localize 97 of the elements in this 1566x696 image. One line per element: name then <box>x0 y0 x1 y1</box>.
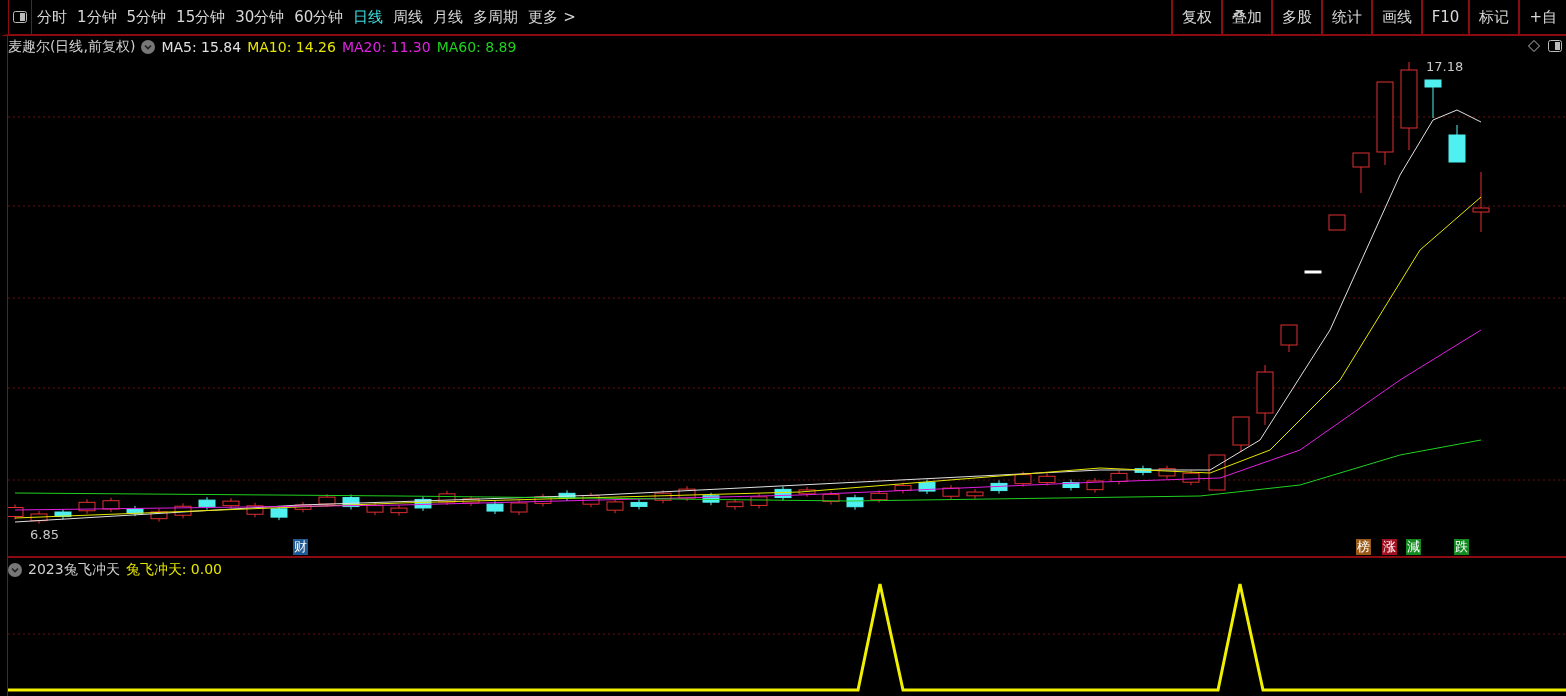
candlestick <box>1014 471 1032 488</box>
ma-value: MA60: 8.89 <box>436 39 517 55</box>
candlestick <box>1158 465 1176 480</box>
period-tab[interactable]: 30分钟 <box>230 0 290 34</box>
candlestick <box>8 504 24 520</box>
candlestick <box>942 484 960 500</box>
candlestick <box>1256 364 1274 426</box>
collapse-icon[interactable] <box>141 40 156 54</box>
period-tab[interactable]: 月线 <box>428 0 469 34</box>
candlestick <box>198 496 216 511</box>
candlestick <box>606 498 624 514</box>
toolbar-button[interactable]: 多股 <box>1270 0 1321 34</box>
toolbar-button[interactable]: 画线 <box>1370 0 1421 34</box>
toolbar-button[interactable]: 复权 <box>1170 0 1221 34</box>
toolbar-button[interactable]: +自 <box>1518 0 1566 34</box>
candlestick <box>630 498 648 510</box>
candlestick <box>1038 472 1056 487</box>
candlestick <box>102 497 120 513</box>
period-tab[interactable]: 分时 <box>32 0 72 34</box>
candlestick <box>486 500 504 515</box>
candlestick <box>1280 324 1298 353</box>
candlestick <box>1110 469 1128 485</box>
toolbar-button[interactable]: 标记 <box>1468 0 1519 34</box>
period-tab[interactable]: 多周期 <box>468 0 524 34</box>
candlestick <box>1062 479 1080 491</box>
candlestick <box>294 501 312 513</box>
candlestick <box>30 510 48 525</box>
toolbar-button[interactable]: 统计 <box>1320 0 1371 34</box>
candlestick <box>462 495 480 507</box>
candlestick <box>438 490 456 506</box>
event-marker[interactable]: 榜 <box>1356 539 1371 555</box>
panel-toggle-button[interactable] <box>8 0 32 34</box>
indicator-name: 2023兔飞冲天 <box>28 561 120 579</box>
candlestick <box>654 489 672 504</box>
candlestick <box>78 498 96 515</box>
candlestick <box>54 508 72 520</box>
candlestick <box>1208 454 1226 491</box>
candlestick <box>702 492 720 506</box>
candlestick <box>822 490 840 506</box>
candlestick <box>222 497 240 510</box>
high-price-label: 17.18 <box>1426 59 1464 74</box>
period-tab[interactable]: 15分钟 <box>171 0 231 34</box>
candlestick <box>678 485 696 502</box>
candlestick <box>894 482 912 494</box>
toolbar-button[interactable]: 叠加 <box>1220 0 1271 34</box>
low-price-label: 6.85 <box>30 527 59 542</box>
candlestick <box>174 502 192 519</box>
chart-title: 麦趣尔(日线,前复权) <box>8 38 136 56</box>
candlestick <box>126 505 144 517</box>
candlestick <box>1086 477 1104 494</box>
candlestick <box>1424 79 1442 119</box>
period-tab[interactable]: 60分钟 <box>289 0 349 34</box>
event-marker[interactable]: 涨 <box>1382 539 1397 555</box>
candlestick <box>1182 469 1200 486</box>
ma-value: MA5: 15.84 <box>161 39 242 55</box>
event-marker[interactable]: 财 <box>293 539 308 555</box>
candlestick <box>870 489 888 504</box>
ma-value: MA10: 14.26 <box>247 39 336 55</box>
candlestick <box>1328 214 1346 231</box>
toolbar-button[interactable]: F10 <box>1420 0 1469 34</box>
collapse-icon[interactable] <box>8 563 22 577</box>
candlestick <box>1304 270 1322 274</box>
candlestick <box>798 486 816 498</box>
panel-icon[interactable] <box>1548 40 1562 52</box>
candlestick <box>246 502 264 518</box>
candlestick <box>414 495 432 512</box>
panel-icon <box>13 11 27 23</box>
period-tab[interactable]: 1分钟 <box>72 0 122 34</box>
period-tab[interactable]: 更多 > <box>523 0 581 34</box>
candlestick <box>558 489 576 502</box>
candlestick <box>774 485 792 502</box>
candlestick <box>726 498 744 511</box>
candlestick <box>1448 124 1466 163</box>
candlestick <box>342 494 360 511</box>
period-tab[interactable]: 周线 <box>388 0 429 34</box>
candlestick <box>510 499 528 516</box>
candlestick <box>318 493 336 508</box>
candlestick <box>990 479 1008 495</box>
diamond-icon[interactable] <box>1528 40 1540 52</box>
candlestick <box>1232 416 1250 453</box>
event-marker[interactable]: 跌 <box>1454 539 1469 555</box>
period-tab[interactable]: 5分钟 <box>121 0 172 34</box>
candlestick <box>966 488 984 500</box>
candlestick <box>270 505 288 521</box>
candlestick <box>582 492 600 508</box>
candlestick <box>846 494 864 511</box>
candlestick <box>534 493 552 507</box>
period-tab[interactable]: 日线 <box>348 0 389 34</box>
candlestick <box>750 493 768 509</box>
candlestick <box>1472 171 1490 233</box>
event-marker[interactable]: 減 <box>1406 539 1421 555</box>
indicator-value: 兔飞冲天: 0.00 <box>125 561 222 579</box>
ma-value: MA20: 11.30 <box>341 39 431 55</box>
candlestick <box>1352 152 1370 194</box>
candlestick <box>918 478 936 495</box>
candlestick <box>150 508 168 523</box>
candlestick <box>390 504 408 517</box>
